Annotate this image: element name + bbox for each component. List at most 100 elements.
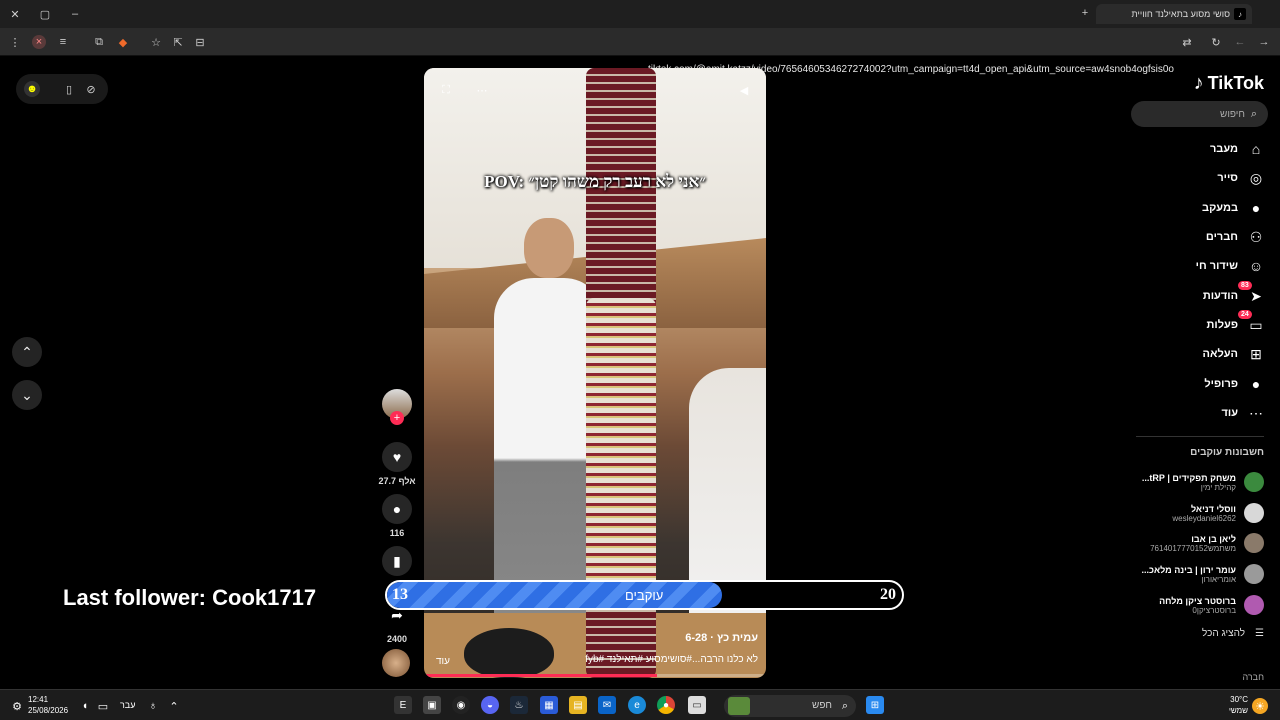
taskbar-weather[interactable]: 30°C שמשי [1229, 694, 1248, 716]
sidebar-item-label: פעלות [1206, 319, 1238, 331]
follow-plus-icon[interactable]: + [390, 411, 404, 425]
search-box[interactable]: ⌕ [1131, 101, 1268, 127]
account-name: משחק תפקידים | tRP... [1141, 472, 1236, 483]
sidebar-item-upload[interactable]: העלאה ⊞ [1136, 342, 1266, 366]
windows-start-icon[interactable]: ⊞ [866, 696, 884, 714]
new-tab-icon[interactable]: + [1078, 6, 1092, 20]
taskbar-clock[interactable]: 12:41 25/08/2026 [28, 694, 68, 716]
search-icon[interactable]: ⌕ [1247, 107, 1261, 121]
sidebar-item-profile[interactable]: פרופיל ● [1136, 372, 1266, 396]
menu-dots-icon[interactable]: ⋮ [8, 35, 22, 49]
next-video-button[interactable]: ⌄ [12, 380, 42, 410]
extension-icon[interactable]: × [32, 35, 46, 49]
avatar [1244, 533, 1264, 553]
video-progress-bar[interactable] [424, 674, 766, 677]
edge-icon[interactable]: e [628, 696, 646, 714]
show-all-button[interactable]: להציג הכל ☰ [1202, 628, 1264, 639]
open-in-app-icon[interactable]: ⇱ [171, 35, 185, 49]
fullscreen-icon[interactable]: ⛶ [438, 82, 454, 98]
video-scene-waiter-head [524, 218, 574, 278]
back-icon[interactable]: → [1257, 35, 1271, 49]
following-account[interactable]: ברוסטר ציקן מלחה ברוסטרציקן0 [1129, 591, 1264, 619]
comment-action[interactable]: ● 116 [382, 494, 412, 538]
window-app-icon[interactable]: ▣ [423, 696, 441, 714]
chrome-icon[interactable]: ● [657, 696, 675, 714]
sidebar-item-more[interactable]: עוד ⋯ [1136, 401, 1266, 425]
following-account[interactable]: ווסלי דניאל wesleydaniel6262 [1129, 499, 1264, 527]
video-author[interactable]: עמית כץ · 6-28 [685, 632, 758, 644]
save-action[interactable]: ▮ [382, 546, 412, 576]
video-more-button[interactable]: עוד [436, 656, 450, 667]
translate-icon[interactable]: ⊟ [193, 35, 207, 49]
discord-icon[interactable]: ◒ [481, 696, 499, 714]
microphone-icon[interactable]: ♁ [146, 699, 160, 713]
emoji-avatar-icon[interactable]: ☻ [24, 81, 40, 97]
speaker-icon[interactable]: ◖ [78, 699, 92, 713]
tray-expand-icon[interactable]: ⌃ [167, 699, 181, 713]
like-action[interactable]: ♥ 27.7 אלף [378, 442, 416, 486]
company-link[interactable]: חברה [1242, 672, 1264, 682]
comment-icon[interactable]: ● [382, 494, 412, 524]
account-handle: wesleydaniel6262 [1172, 513, 1236, 523]
following-account[interactable]: ליאן בן אבו משתמש7614017770152 [1129, 529, 1264, 557]
sidebar-item-home[interactable]: מעבר ⌂ [1136, 137, 1266, 161]
sidebar-item-label: מעבר [1209, 143, 1238, 155]
no-sound-icon[interactable]: ⊘ [84, 81, 98, 97]
taskbar-search[interactable]: חפש ⌕ [724, 695, 856, 717]
minimize-window-icon[interactable]: – [68, 7, 82, 21]
sidebar-item-label: העלאה [1202, 348, 1238, 360]
phone-icon[interactable]: ▯ [62, 81, 76, 97]
creator-avatar[interactable]: + [382, 389, 412, 425]
epic-games-icon[interactable]: E [394, 696, 412, 714]
heart-icon[interactable]: ♥ [382, 442, 412, 472]
steam-icon[interactable]: ♨ [510, 696, 528, 714]
account-name: עומר ירון | בינה מלאכ... [1141, 564, 1236, 575]
account-handle: ברוסטרציקן0 [1192, 605, 1236, 615]
sidebar-item-friends[interactable]: חברים ⚇ [1136, 225, 1266, 249]
bookmark-star-icon[interactable]: ☆ [149, 35, 163, 49]
obs-icon[interactable]: ◉ [452, 696, 470, 714]
sound-disc[interactable] [382, 649, 412, 677]
following-account[interactable]: עומר ירון | בינה מלאכ... אומריאורון [1129, 560, 1264, 588]
sidebar-item-activity[interactable]: פעלות ▭ 24 [1136, 310, 1266, 337]
more-options-icon[interactable]: ⋯ [474, 82, 490, 98]
keyboard-language[interactable]: עבר [120, 700, 135, 710]
screenshot-icon[interactable]: ⧉ [92, 35, 106, 49]
file-explorer-icon[interactable]: ▤ [569, 696, 587, 714]
search-input[interactable] [1141, 106, 1245, 122]
tiktok-logo[interactable]: ♪ TikTok [1194, 72, 1264, 95]
reload-icon[interactable]: ↻ [1209, 35, 1223, 49]
video-scene-plate-stack-lower [586, 298, 656, 598]
settings-gear-icon[interactable]: ⚙ [10, 699, 24, 713]
close-window-icon[interactable]: ✕ [8, 7, 22, 21]
tab-title: סושי מסוע בתאילנד חוויית [1131, 9, 1230, 19]
extension-orange-icon[interactable]: ◆ [116, 35, 130, 49]
forward-icon[interactable]: ← [1233, 35, 1247, 49]
bookmark-icon[interactable]: ▮ [382, 546, 412, 576]
account-name: ברוסטר ציקן מלחה [1159, 595, 1236, 606]
sound-disc-icon[interactable] [382, 649, 410, 677]
store-icon[interactable]: ▦ [540, 696, 558, 714]
sidebar-item-compass[interactable]: סייר ◎ [1136, 166, 1266, 190]
tab-tiktok[interactable]: ♪ סושי מסוע בתאילנד חוויית [1096, 4, 1252, 24]
taskbar-date: 25/08/2026 [28, 706, 69, 715]
live-icon: ☺ [1248, 258, 1264, 274]
site-settings-icon[interactable]: ⇄ [1180, 35, 1194, 49]
sidebar-item-live[interactable]: שידור חי ☺ [1136, 254, 1266, 278]
video-overlay-text: POV: ״אני לא רעב רק משהו קטן״ [484, 172, 706, 191]
notepad-icon[interactable]: ▭ [688, 696, 706, 714]
messages-icon: ➤ 83 [1238, 281, 1266, 306]
sun-icon[interactable]: ☀ [1252, 698, 1268, 714]
sidebar-item-following-avatar[interactable]: במעקב ● [1136, 196, 1266, 220]
previous-video-button[interactable]: ⌃ [12, 337, 42, 367]
following-account[interactable]: משחק תפקידים | tRP... קהילת ימין [1129, 468, 1264, 496]
sidebar-item-messages[interactable]: הודעות ➤ 83 [1136, 281, 1266, 308]
more-icon: ⋯ [1249, 404, 1263, 421]
outlook-icon[interactable]: ✉ [598, 696, 616, 714]
network-icon[interactable]: ▭ [96, 699, 110, 713]
reading-list-icon[interactable]: ≡ [56, 35, 70, 49]
restore-window-icon[interactable]: ▢ [38, 7, 52, 21]
avatar [1244, 595, 1264, 615]
windows-taskbar: ⚙ 12:41 25/08/2026 ◖ ▭ עבר ♁ ⌃ E ▣ ◉ ◒ ♨… [0, 689, 1280, 720]
volume-icon[interactable]: ◀ [736, 82, 752, 98]
